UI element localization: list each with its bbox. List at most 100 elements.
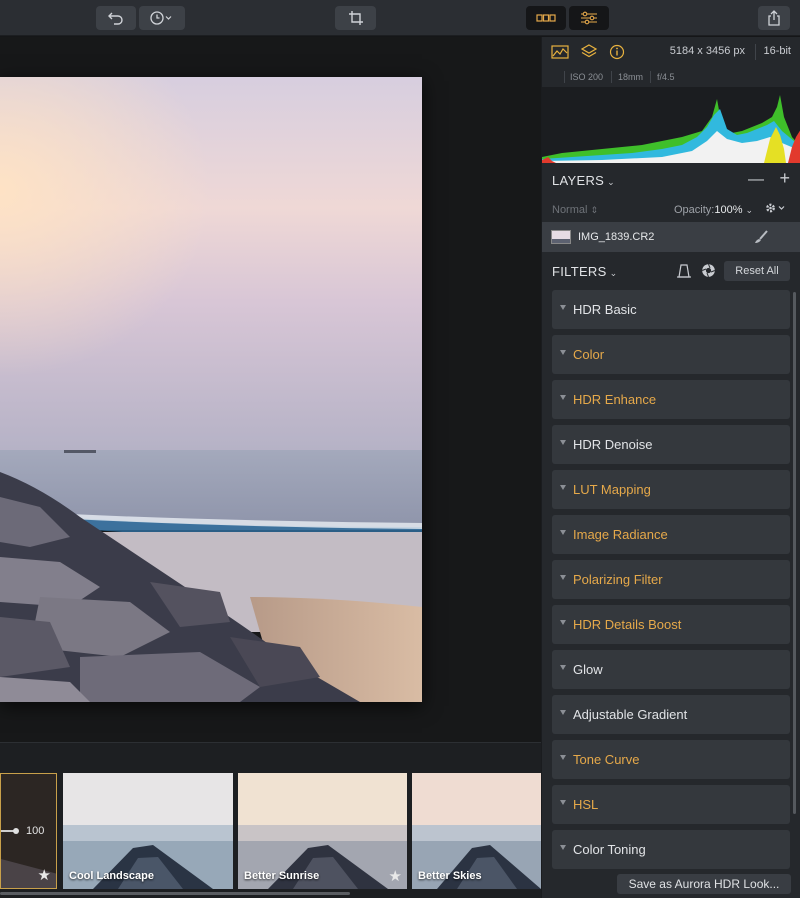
crop-button[interactable] [335, 6, 376, 30]
iso-value: ISO 200 [570, 72, 604, 82]
bit-depth: 16-bit [763, 45, 791, 57]
filter-name: HSL [573, 797, 599, 812]
mask-button[interactable] [676, 263, 692, 284]
look-thumbnail-better-sunrise[interactable]: Better Sunrise ★ [238, 773, 407, 889]
filmstrip-scrollbar[interactable] [0, 892, 350, 895]
image-dimensions: 5184 x 3456 px [669, 45, 745, 57]
filter-adjustable-gradient[interactable]: Adjustable Gradient [552, 695, 790, 734]
aperture-icon [702, 264, 715, 277]
disclosure-triangle-icon [560, 485, 566, 490]
reset-all-button[interactable]: Reset All [724, 261, 790, 281]
sliders-icon [581, 11, 597, 25]
share-icon [768, 10, 780, 26]
filters-header[interactable]: FILTERS ⌄ [552, 264, 617, 279]
gear-icon [766, 203, 785, 213]
filter-name: HDR Basic [573, 302, 637, 317]
filters-title: FILTERS [552, 264, 607, 279]
plus-icon: + [779, 168, 790, 188]
undo-icon [108, 12, 123, 25]
filter-lut-mapping[interactable]: LUT Mapping [552, 470, 790, 509]
blend-mode-select[interactable]: Normal ⇕ [552, 204, 598, 216]
disclosure-triangle-icon [560, 620, 566, 625]
layer-thumbnail [551, 230, 571, 244]
filter-name: HDR Enhance [573, 392, 657, 407]
right-sidebar: 5184 x 3456 px 16-bit ISO 200 18mm f/4.5… [541, 37, 800, 898]
undo-button[interactable] [96, 6, 136, 30]
crop-icon [348, 11, 363, 25]
layer-row[interactable]: IMG_1839.CR2 [542, 222, 800, 252]
filters-scrollbar[interactable] [793, 292, 796, 814]
clock-icon [150, 11, 172, 25]
look-amount-value: 100 [26, 825, 45, 837]
disclosure-triangle-icon [560, 800, 566, 805]
filter-hdr-denoise[interactable]: HDR Denoise [552, 425, 790, 464]
filter-name: Image Radiance [573, 527, 668, 542]
chevron-down-icon: ⌄ [607, 177, 615, 187]
filter-name: Adjustable Gradient [573, 707, 688, 722]
save-look-button[interactable]: Save as Aurora HDR Look... [617, 874, 791, 894]
up-down-chevron-icon: ⇕ [590, 205, 599, 215]
filter-hdr-details-boost[interactable]: HDR Details Boost [552, 605, 790, 644]
gradient-mask-icon [677, 264, 691, 278]
opacity-value: 100% [714, 204, 743, 216]
info-tab[interactable] [607, 43, 627, 61]
filter-name: Color Toning [573, 842, 646, 857]
chevron-down-icon: ⌄ [609, 268, 618, 278]
filter-name: HDR Denoise [573, 437, 653, 452]
history-button[interactable] [139, 6, 185, 30]
image-info-bar: 5184 x 3456 px 16-bit [542, 37, 800, 67]
filter-name: LUT Mapping [573, 482, 651, 497]
layers-tab[interactable] [579, 43, 599, 61]
share-button[interactable] [758, 6, 790, 30]
filter-name: Glow [573, 662, 603, 677]
divider [611, 71, 612, 83]
divider [564, 71, 565, 83]
remove-layer-button[interactable]: — [748, 171, 764, 189]
image-canvas[interactable] [0, 37, 541, 742]
filter-color[interactable]: Color [552, 335, 790, 374]
favorite-star-icon[interactable]: ★ [389, 867, 402, 885]
disclosure-triangle-icon [560, 350, 566, 355]
layers-header[interactable]: LAYERS ⌄ [552, 173, 615, 188]
look-label: Better Skies [418, 870, 482, 882]
divider [650, 71, 651, 83]
layer-name: IMG_1839.CR2 [578, 231, 655, 243]
filter-name: Tone Curve [573, 752, 640, 767]
histogram-tab[interactable] [550, 43, 570, 61]
filter-name: Color [573, 347, 605, 362]
filter-hdr-basic[interactable]: HDR Basic [552, 290, 790, 329]
adjustments-toggle-button[interactable] [569, 6, 609, 30]
filter-hdr-enhance[interactable]: HDR Enhance [552, 380, 790, 419]
filter-glow[interactable]: Glow [552, 650, 790, 689]
divider [755, 44, 756, 60]
focal-length-value: 18mm [618, 72, 644, 82]
filmstrip-toggle-button[interactable] [526, 6, 566, 30]
favorite-star-icon[interactable]: ★ [38, 866, 51, 884]
add-layer-button[interactable]: + [779, 168, 790, 189]
disclosure-triangle-icon [560, 755, 566, 760]
main-photo [0, 77, 422, 702]
radial-button[interactable] [701, 263, 716, 283]
look-thumbnail-cool-landscape[interactable]: Cool Landscape [63, 773, 233, 889]
selected-look-thumbnail[interactable]: 100 ★ [0, 773, 57, 889]
look-label: Cool Landscape [69, 870, 154, 882]
minus-icon: — [748, 171, 764, 188]
brush-icon[interactable] [753, 229, 769, 250]
look-label: Better Sunrise [244, 870, 320, 882]
layers-title: LAYERS [552, 173, 605, 188]
exif-bar: ISO 200 18mm f/4.5 [542, 67, 800, 87]
disclosure-triangle-icon [560, 665, 566, 670]
filter-tone-curve[interactable]: Tone Curve [552, 740, 790, 779]
filter-color-toning[interactable]: Color Toning [552, 830, 790, 869]
top-toolbar [0, 0, 800, 36]
filter-polarizing-filter[interactable]: Polarizing Filter [552, 560, 790, 599]
look-thumbnail-better-skies[interactable]: Better Skies [412, 773, 541, 889]
layer-settings-button[interactable] [764, 201, 786, 220]
filter-hsl[interactable]: HSL [552, 785, 790, 824]
filter-image-radiance[interactable]: Image Radiance [552, 515, 790, 554]
opacity-control[interactable]: Opacity:100% ⌄ [674, 204, 753, 216]
looks-filmstrip: 100 ★ Cool Landscape Better Sunrise ★ Be… [0, 742, 541, 898]
disclosure-triangle-icon [560, 395, 566, 400]
disclosure-triangle-icon [560, 710, 566, 715]
disclosure-triangle-icon [560, 845, 566, 850]
